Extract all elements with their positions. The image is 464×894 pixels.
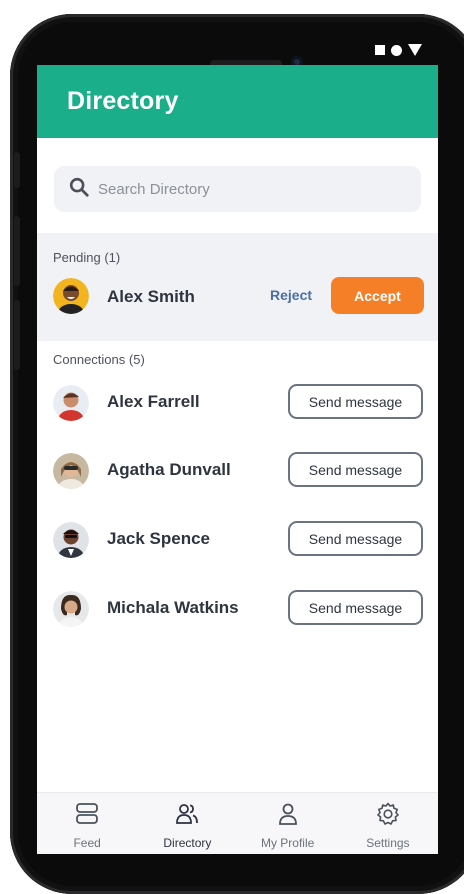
people-icon <box>174 801 200 832</box>
connection-name: Jack Spence <box>107 529 211 548</box>
search-input[interactable]: Search Directory <box>54 166 421 212</box>
home-icon <box>391 44 402 56</box>
nav-label: Directory <box>163 836 212 850</box>
volume-up-button <box>14 216 20 286</box>
connections-label: Connections (5) <box>53 352 145 367</box>
send-message-button[interactable]: Send message <box>288 590 423 625</box>
search-icon <box>68 176 90 203</box>
avatar <box>53 522 89 558</box>
list-item: Jack Spence Send message <box>37 520 438 560</box>
send-message-button[interactable]: Send message <box>288 384 423 419</box>
app-screen: Directory Search Directory Pending (1) A… <box>37 65 438 854</box>
nav-item-my-profile[interactable]: My Profile <box>238 793 338 854</box>
send-message-button[interactable]: Send message <box>288 452 423 487</box>
list-item: Agatha Dunvall Send message <box>37 451 438 491</box>
pending-name: Alex Smith <box>107 287 195 306</box>
person-icon <box>275 801 301 832</box>
bottom-nav: Feed Directory My Profile Settings <box>37 792 438 854</box>
list-item: Alex Farrell Send message <box>37 383 438 423</box>
avatar <box>53 278 89 314</box>
recent-apps-icon <box>375 45 385 55</box>
send-message-button[interactable]: Send message <box>288 521 423 556</box>
nav-item-settings[interactable]: Settings <box>338 793 438 854</box>
connection-name: Michala Watkins <box>107 598 239 617</box>
list-item: Michala Watkins Send message <box>37 589 438 629</box>
status-bar-icons <box>375 44 422 56</box>
pending-section: Pending (1) Alex Smith Reject Accept <box>37 233 438 341</box>
volume-down-button <box>14 300 20 370</box>
nav-item-feed[interactable]: Feed <box>37 793 137 854</box>
connection-name: Alex Farrell <box>107 392 200 411</box>
feed-icon <box>74 801 100 832</box>
connection-name: Agatha Dunvall <box>107 460 231 479</box>
avatar <box>53 385 89 421</box>
nav-label: My Profile <box>260 836 315 850</box>
nav-item-directory[interactable]: Directory <box>137 793 237 854</box>
nav-label: Feed <box>73 836 101 850</box>
nav-label: Settings <box>366 836 410 850</box>
avatar <box>53 591 89 627</box>
accept-button[interactable]: Accept <box>331 277 424 314</box>
page-title: Directory <box>67 87 179 115</box>
search-placeholder: Search Directory <box>98 180 210 198</box>
side-button <box>14 152 20 188</box>
reject-button[interactable]: Reject <box>270 287 312 303</box>
pending-label: Pending (1) <box>53 250 121 265</box>
app-header: Directory <box>37 65 438 138</box>
signal-icon <box>408 44 422 56</box>
avatar <box>53 453 89 489</box>
gear-icon <box>375 801 401 832</box>
